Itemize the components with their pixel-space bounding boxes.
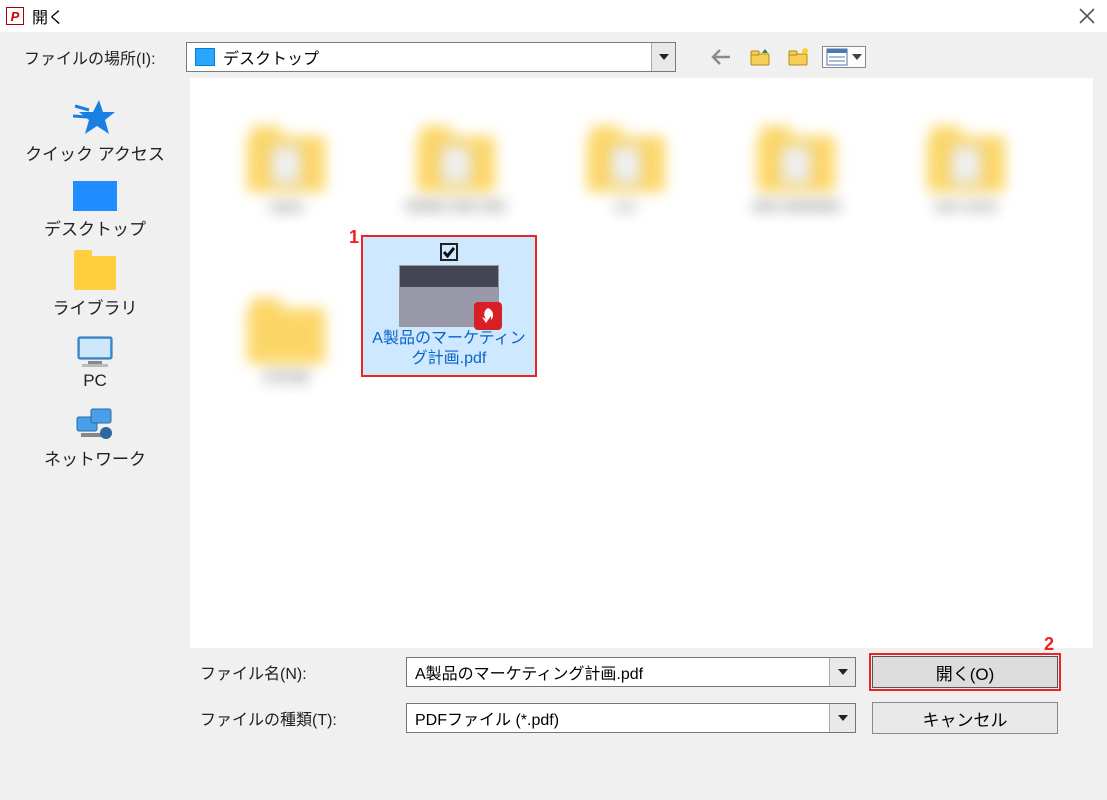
titlebar: P 開く	[0, 0, 1107, 32]
file-item-blurred[interactable]: ff fff ffff	[201, 247, 371, 387]
cancel-button[interactable]: キャンセル	[872, 702, 1058, 734]
filename-combo[interactable]: A製品のマーケティング計画.pdf	[406, 657, 856, 687]
back-button[interactable]	[708, 44, 736, 70]
filename-dropdown-button[interactable]	[829, 658, 855, 686]
place-label: クイック アクセス	[25, 140, 165, 165]
file-item-selected[interactable]: A製品のマーケティング計画.pdf	[361, 235, 537, 377]
new-folder-button[interactable]	[784, 44, 812, 70]
callout-1: 1	[349, 227, 359, 248]
filename-value[interactable]: A製品のマーケティング計画.pdf	[407, 660, 829, 684]
location-label: ファイルの場所(I):	[16, 45, 176, 69]
file-item-blurred[interactable]: aaaa	[201, 95, 371, 215]
bottom-controls: ファイル名(N): A製品のマーケティング計画.pdf 2 開く(O) ファイル…	[0, 648, 1107, 758]
chevron-down-icon	[659, 54, 669, 60]
location-row: ファイルの場所(I): デスクトップ	[0, 32, 1107, 78]
pc-icon	[72, 335, 118, 367]
view-menu-button[interactable]	[822, 46, 866, 68]
nav-buttons	[708, 44, 866, 70]
file-item-blurred[interactable]: bbbbb bbb bbb	[371, 95, 541, 215]
file-item-blurred[interactable]: ccc	[541, 95, 711, 215]
pdf-badge-icon	[474, 302, 502, 330]
place-desktop[interactable]: デスクトップ	[15, 175, 175, 246]
location-dropdown-button[interactable]	[651, 43, 675, 71]
filetype-combo[interactable]: PDFファイル (*.pdf)	[406, 703, 856, 733]
desktop-icon	[195, 48, 215, 66]
chevron-down-icon	[852, 54, 862, 60]
place-label: デスクトップ	[44, 215, 146, 240]
desktop-icon	[73, 181, 117, 211]
place-label: ライブラリ	[53, 294, 138, 319]
content-area: クイック アクセス デスクトップ ライブラリ PC	[0, 78, 1107, 648]
place-label: PC	[83, 371, 107, 391]
place-network[interactable]: ネットワーク	[15, 401, 175, 476]
pdf-thumbnail	[399, 265, 499, 327]
places-bar: クイック アクセス デスクトップ ライブラリ PC	[0, 78, 190, 648]
file-item-label: A製品のマーケティング計画.pdf	[367, 329, 531, 369]
filetype-label: ファイルの種類(T):	[200, 706, 390, 730]
up-one-level-button[interactable]	[746, 44, 774, 70]
place-quick-access[interactable]: クイック アクセス	[15, 92, 175, 171]
arrow-left-icon	[710, 46, 734, 68]
file-list-pane[interactable]: aaaa bbbbb bbb bbb ccc ddd ddddddd eee e…	[190, 78, 1093, 648]
close-button[interactable]	[1073, 2, 1101, 30]
place-libraries[interactable]: ライブラリ	[15, 250, 175, 325]
app-icon: P	[6, 7, 24, 25]
chevron-down-icon	[838, 669, 848, 675]
filetype-value: PDFファイル (*.pdf)	[407, 706, 829, 730]
place-pc[interactable]: PC	[15, 329, 175, 397]
location-combo[interactable]: デスクトップ	[186, 42, 676, 72]
file-grid: aaaa bbbbb bbb bbb ccc ddd ddddddd eee e…	[191, 79, 1092, 231]
dialog-title: 開く	[32, 4, 64, 28]
filename-row: ファイル名(N): A製品のマーケティング計画.pdf 2 開く(O)	[200, 656, 1091, 688]
filetype-dropdown-button[interactable]	[829, 704, 855, 732]
folder-up-icon	[748, 46, 772, 68]
open-button[interactable]: 開く(O)	[872, 656, 1058, 688]
file-item-blurred[interactable]: eee eeee	[881, 95, 1051, 215]
network-icon	[73, 407, 117, 441]
chevron-down-icon	[838, 715, 848, 721]
libraries-icon	[74, 256, 116, 290]
close-icon	[1078, 7, 1096, 25]
place-label: ネットワーク	[44, 445, 146, 470]
view-icon	[826, 48, 848, 66]
filetype-row: ファイルの種類(T): PDFファイル (*.pdf) キャンセル	[200, 702, 1091, 734]
checkbox-checked-icon[interactable]	[440, 243, 458, 261]
folder-new-icon	[786, 46, 810, 68]
open-button-wrap: 2 開く(O)	[872, 656, 1058, 688]
callout-2: 2	[1044, 634, 1054, 655]
quick-access-icon	[73, 98, 117, 136]
location-value: デスクトップ	[223, 45, 651, 69]
file-item-blurred[interactable]: ddd ddddddd	[711, 95, 881, 215]
filename-label: ファイル名(N):	[200, 660, 390, 684]
